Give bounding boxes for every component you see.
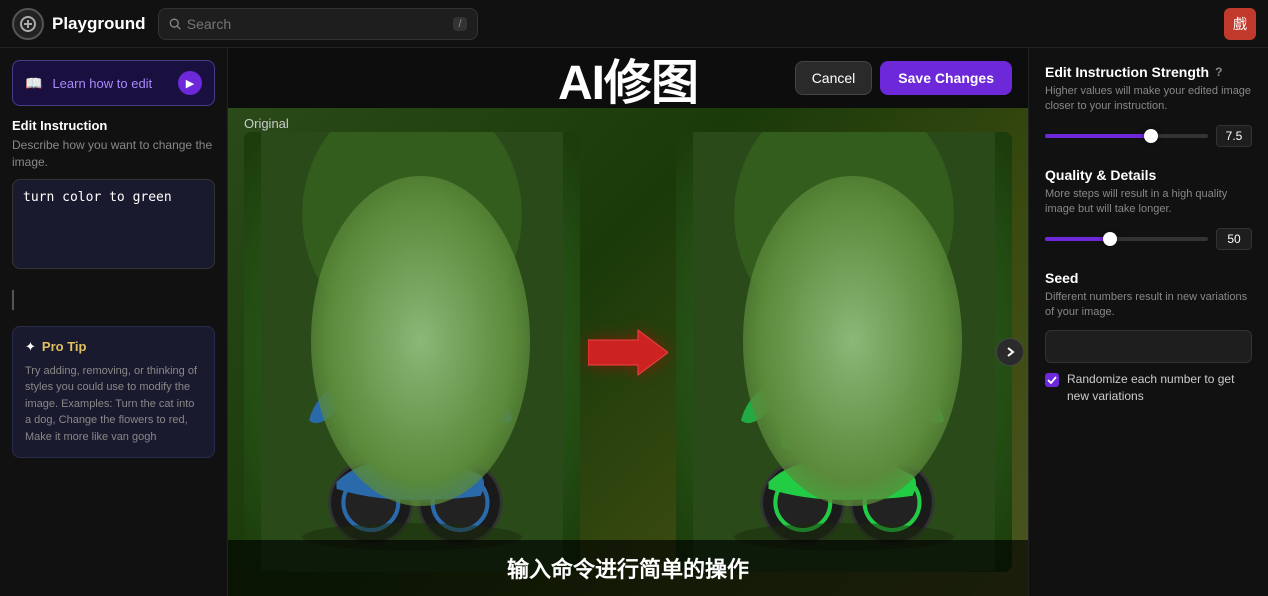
brand-name: Playground: [52, 14, 146, 34]
image-label: Original: [244, 116, 289, 131]
frog-right-svg: [676, 132, 1012, 571]
quality-slider[interactable]: [1045, 237, 1208, 241]
image-area: Original: [228, 108, 1028, 596]
quality-slider-thumb: [1103, 232, 1117, 246]
slider-fill: [1045, 134, 1151, 138]
pro-tip-box: ✦ Pro Tip Try adding, removing, or think…: [12, 326, 215, 459]
edit-strength-slider[interactable]: [1045, 134, 1208, 138]
center-header: AI修图 Cancel Save Changes: [228, 48, 1028, 108]
right-sidebar: Edit Instruction Strength ? Higher value…: [1028, 48, 1268, 596]
seed-section: Seed Different numbers result in new var…: [1045, 270, 1252, 405]
quality-section: Quality & Details More steps will result…: [1045, 167, 1252, 250]
edit-strength-title: Edit Instruction Strength ?: [1045, 64, 1252, 80]
header-actions: Cancel Save Changes: [795, 61, 1012, 95]
quality-value: 50: [1216, 228, 1252, 250]
red-arrow-icon: [588, 325, 668, 380]
edit-instruction-title: Edit Instruction: [12, 118, 215, 133]
edit-instruction-section: Edit Instruction Describe how you want t…: [12, 118, 215, 274]
search-icon: [169, 17, 181, 31]
save-changes-button[interactable]: Save Changes: [880, 61, 1012, 95]
brand: Playground: [12, 8, 146, 40]
learn-btn-label: Learn how to edit: [52, 76, 152, 91]
left-sidebar: 📖 Learn how to edit ▶ Edit Instruction D…: [0, 48, 228, 596]
quality-slider-row: 50: [1045, 228, 1252, 250]
divider: [12, 290, 14, 310]
checkmark-icon: [1047, 376, 1057, 384]
frog-left-svg: [244, 132, 580, 571]
randomize-checkbox[interactable]: [1045, 373, 1059, 387]
learn-how-to-edit-button[interactable]: 📖 Learn how to edit ▶: [12, 60, 215, 106]
pro-tip-header: ✦ Pro Tip: [25, 339, 202, 355]
edit-strength-slider-row: 7.5: [1045, 125, 1252, 147]
seed-input[interactable]: [1045, 330, 1252, 363]
book-icon: 📖: [25, 75, 42, 92]
pro-tip-text: Try adding, removing, or thinking of sty…: [25, 363, 202, 446]
arrow-area: [580, 325, 676, 380]
frog-image-canvas: 输入命令进行简单的操作: [228, 108, 1028, 596]
quality-desc: More steps will result in a high quality…: [1045, 187, 1252, 218]
chevron-right-icon: [1004, 346, 1016, 358]
search-bar[interactable]: /: [158, 8, 478, 40]
topbar-right: 戲: [1224, 8, 1256, 40]
quality-slider-fill: [1045, 237, 1110, 241]
seed-title: Seed: [1045, 270, 1252, 286]
topbar: Playground / 戲: [0, 0, 1268, 48]
instruction-textarea[interactable]: turn color to green: [12, 179, 215, 269]
main-title: AI修图: [558, 48, 698, 113]
seed-desc: Different numbers result in new variatio…: [1045, 290, 1252, 321]
brand-logo: [12, 8, 44, 40]
randomize-label: Randomize each number to get new variati…: [1067, 371, 1252, 405]
pro-tip-title: Pro Tip: [42, 339, 87, 354]
edit-strength-section: Edit Instruction Strength ? Higher value…: [1045, 64, 1252, 147]
slider-thumb: [1144, 129, 1158, 143]
nav-arrow-right-button[interactable]: [996, 338, 1024, 366]
cancel-button[interactable]: Cancel: [795, 61, 873, 95]
quality-title: Quality & Details: [1045, 167, 1252, 183]
frog-left-image: [244, 132, 580, 571]
avatar: 戲: [1224, 8, 1256, 40]
kbd-shortcut: /: [453, 17, 466, 31]
image-container: 输入命令进行简单的操作: [228, 108, 1028, 596]
main-layout: 📖 Learn how to edit ▶ Edit Instruction D…: [0, 48, 1268, 596]
frog-right-image: [676, 132, 1012, 571]
center-area: AI修图 Cancel Save Changes Original: [228, 48, 1028, 596]
edit-strength-value: 7.5: [1216, 125, 1252, 147]
edit-strength-desc: Higher values will make your edited imag…: [1045, 84, 1252, 115]
edit-instruction-desc: Describe how you want to change the imag…: [12, 137, 215, 171]
play-icon: ▶: [178, 71, 202, 95]
overlay-text: 输入命令进行简单的操作: [228, 540, 1028, 596]
search-input[interactable]: [187, 16, 448, 32]
info-icon: ?: [1215, 65, 1222, 79]
randomize-row: Randomize each number to get new variati…: [1045, 371, 1252, 405]
star-icon: ✦: [25, 339, 36, 355]
